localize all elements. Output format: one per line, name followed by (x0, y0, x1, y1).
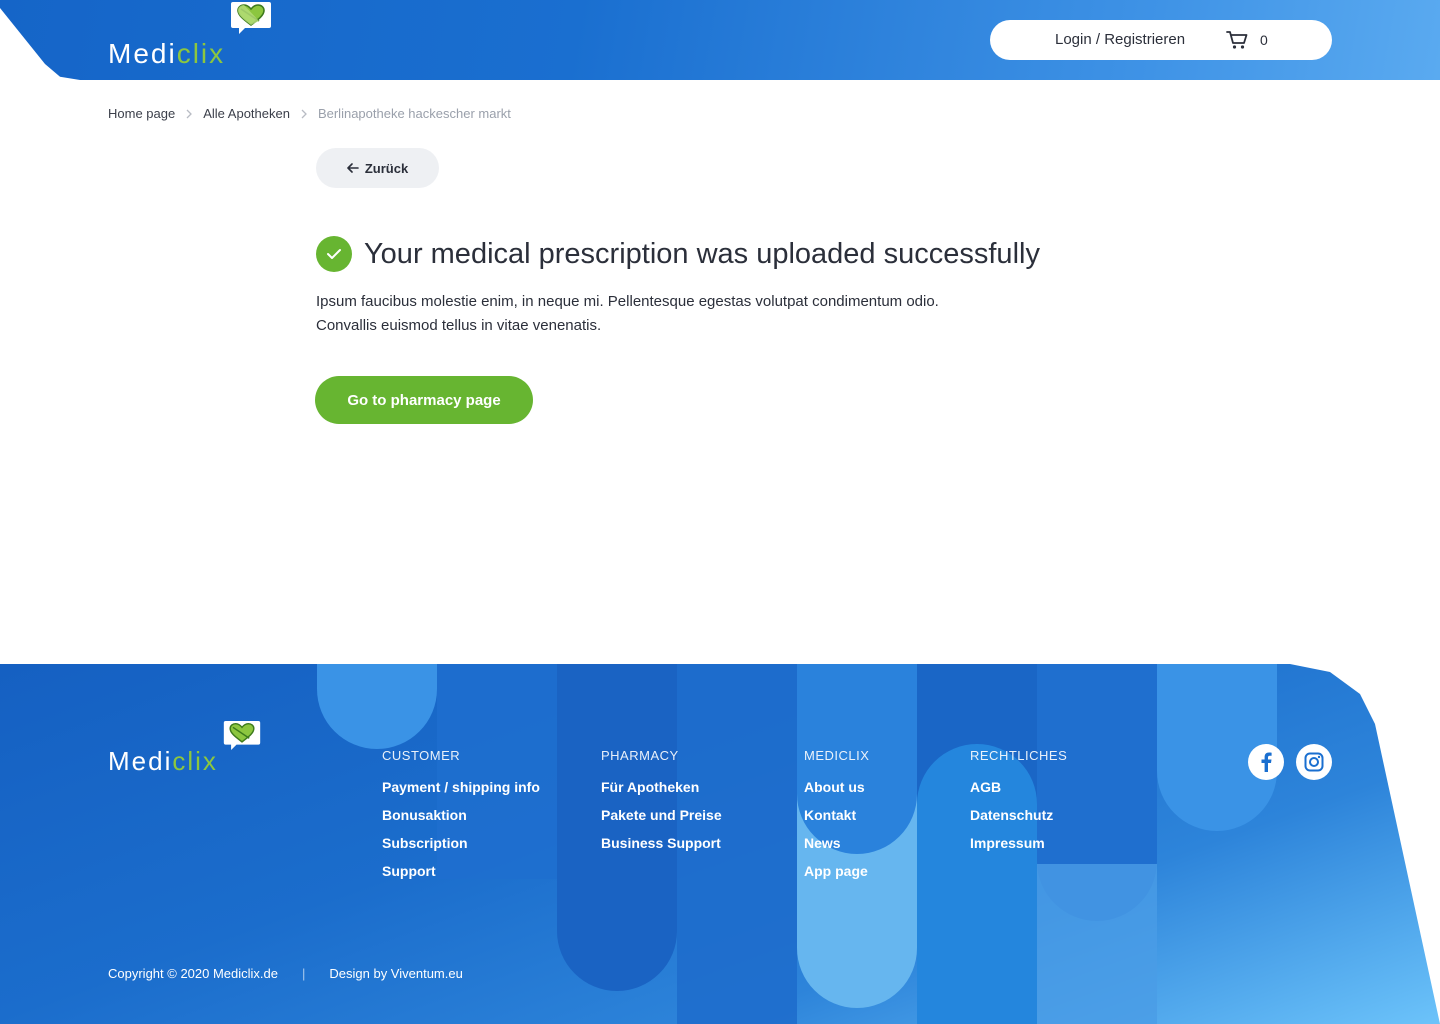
footer-column-title: CUSTOMER (382, 748, 461, 763)
footer-link[interactable]: Pakete und Preise (601, 807, 722, 835)
footer-link[interactable]: Impressum (970, 835, 1067, 863)
back-button[interactable]: Zurück (316, 148, 439, 188)
login-register-link[interactable]: Login / Registrieren (1055, 31, 1185, 48)
footer-link[interactable]: Datenschutz (970, 807, 1067, 835)
footer-link[interactable]: Für Apotheken (601, 779, 722, 807)
footer-bottom-bar: Copyright © 2020 Mediclix.de | Design by… (108, 966, 463, 981)
footer-link[interactable]: AGB (970, 779, 1067, 807)
logo-wordmark: Mediclix (108, 38, 226, 69)
footer-column-pharmacy: PHARMACY Für Apotheken Pakete und Preise… (601, 748, 722, 863)
cart-count: 0 (1260, 32, 1268, 48)
footer-logo[interactable]: Mediclix (108, 720, 262, 776)
footer-column-customer: CUSTOMER Payment / shipping info Bonusak… (382, 748, 540, 891)
shopping-cart-icon[interactable] (1226, 30, 1248, 50)
footer-link[interactable]: Support (382, 863, 540, 891)
chevron-right-icon (290, 107, 318, 121)
success-description-line: Convallis euismod tellus in vitae venena… (316, 317, 602, 334)
heart-bubble-icon (231, 2, 272, 34)
header-account-pill: Login / Registrieren 0 (990, 20, 1332, 60)
heart-bubble-icon (223, 720, 261, 751)
footer-column-title: RECHTLICHES (970, 748, 1068, 763)
design-credit-link[interactable]: Design by Viventum.eu (329, 966, 462, 981)
header-logo[interactable]: Mediclix (108, 2, 273, 69)
footer-divider: | (302, 966, 306, 981)
success-description: Ipsum faucibus molestie enim, in neque m… (316, 290, 996, 338)
footer-link[interactable]: Subscription (382, 835, 540, 863)
breadcrumb-home[interactable]: Home page (108, 106, 175, 121)
arrow-left-icon (347, 163, 359, 173)
logo-wordmark: Mediclix (108, 746, 218, 776)
footer-link[interactable]: About us (804, 779, 869, 807)
footer-link[interactable]: Bonusaktion (382, 807, 540, 835)
footer-link[interactable]: Kontakt (804, 807, 869, 835)
success-title: Your medical prescription was uploaded s… (364, 238, 1040, 270)
instagram-icon[interactable] (1296, 744, 1332, 780)
footer-column-title: MEDICLIX (804, 748, 870, 763)
footer: Mediclix CUSTOMER Payment / shipping inf… (0, 664, 1440, 1024)
check-circle-icon (316, 236, 352, 272)
footer-column-mediclix: MEDICLIX About us Kontakt News App page (804, 748, 869, 891)
breadcrumb-pharmacies[interactable]: Alle Apotheken (203, 106, 290, 121)
footer-link[interactable]: Payment / shipping info (382, 779, 540, 807)
footer-link[interactable]: News (804, 835, 869, 863)
go-to-pharmacy-button[interactable]: Go to pharmacy page (315, 376, 533, 424)
chevron-right-icon (175, 107, 203, 121)
footer-link[interactable]: App page (804, 863, 869, 891)
breadcrumb-current: Berlinapotheke hackescher markt (317, 106, 511, 121)
success-description-line: Ipsum faucibus molestie enim, in neque m… (316, 293, 939, 310)
footer-column-title: PHARMACY (601, 748, 679, 763)
facebook-icon[interactable] (1248, 744, 1284, 780)
footer-link[interactable]: Business Support (601, 835, 722, 863)
breadcrumb: Home page Alle Apotheken Berlinapotheke … (108, 106, 511, 121)
back-button-label: Zurück (364, 160, 409, 176)
footer-column-legal: RECHTLICHES AGB Datenschutz Impressum (970, 748, 1067, 863)
copyright-text: Copyright © 2020 Mediclix.de (108, 966, 278, 981)
